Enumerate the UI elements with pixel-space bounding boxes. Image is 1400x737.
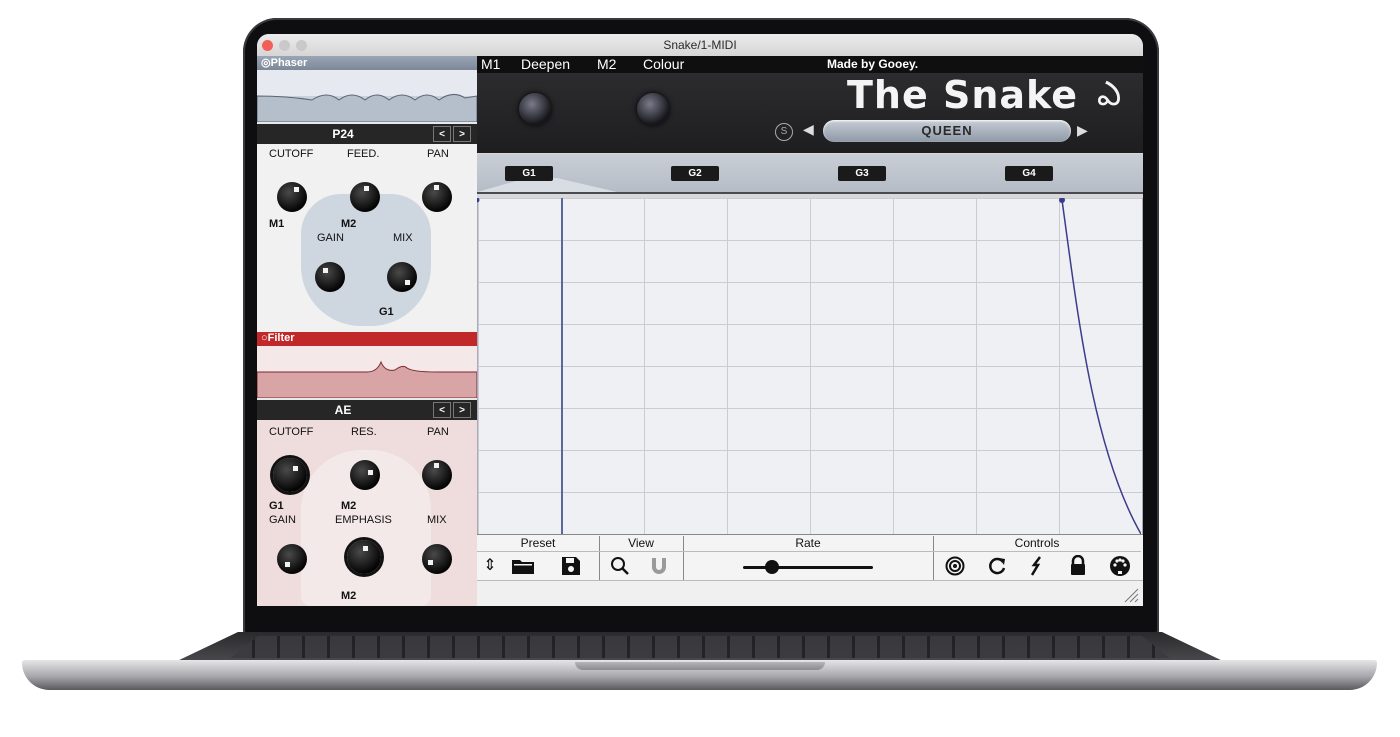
phaser-cutoff-label: CUTOFF bbox=[269, 148, 314, 160]
credit-text: Made by Gooey. bbox=[827, 57, 919, 71]
brand-title: The Snake bbox=[847, 73, 1079, 117]
retrigger-hook-icon[interactable] bbox=[1029, 556, 1045, 576]
phaser-gain-label: GAIN bbox=[317, 232, 344, 244]
phaser-preset-name[interactable]: P24 bbox=[257, 127, 429, 141]
loop-refresh-icon[interactable] bbox=[987, 556, 1007, 576]
group-tag-g1[interactable]: G1 bbox=[505, 166, 553, 181]
filter-cutoff-label: CUTOFF bbox=[269, 426, 314, 438]
macro-m2-knob[interactable] bbox=[637, 93, 669, 125]
filter-res-label: RES. bbox=[351, 426, 377, 438]
resize-grip-icon[interactable] bbox=[1123, 587, 1139, 603]
group-tag-g2[interactable]: G2 bbox=[671, 166, 719, 181]
filter-preset-name[interactable]: AE bbox=[257, 403, 429, 417]
phaser-pan-label: PAN bbox=[427, 148, 449, 160]
phaser-feed-label: FEED. bbox=[347, 148, 380, 160]
filter-mix-label: MIX bbox=[427, 514, 447, 526]
laptop-notch bbox=[575, 662, 825, 670]
phaser-header[interactable]: ◎Phaser bbox=[257, 56, 477, 70]
filter-mix-knob[interactable] bbox=[422, 544, 452, 574]
filter-prev-button[interactable]: < bbox=[433, 402, 451, 418]
group-tag-g4[interactable]: G4 bbox=[1005, 166, 1053, 181]
curve-node bbox=[477, 198, 480, 203]
phaser-feed-knob[interactable] bbox=[350, 182, 380, 212]
filter-next-button[interactable]: > bbox=[453, 402, 471, 418]
phaser-next-button[interactable]: > bbox=[453, 126, 471, 142]
effects-panel: ◎Phaser P24 < > CUTOFF FEED. PAN M1 M2 G… bbox=[257, 56, 477, 606]
phaser-m2-label: M2 bbox=[341, 218, 357, 230]
phaser-prev-button[interactable]: < bbox=[433, 126, 451, 142]
phaser-controls: CUTOFF FEED. PAN M1 M2 GAIN MIX G1 bbox=[257, 144, 477, 332]
preset-next-icon[interactable]: ▶ bbox=[1077, 122, 1088, 139]
filter-pan-knob[interactable] bbox=[422, 460, 452, 490]
group-tag-g3[interactable]: G3 bbox=[838, 166, 886, 181]
snap-magnet-icon[interactable] bbox=[650, 556, 668, 576]
filter-preset-bar: AE < > bbox=[257, 400, 477, 420]
open-folder-icon[interactable] bbox=[511, 557, 535, 575]
lock-icon[interactable] bbox=[1069, 555, 1087, 576]
bottom-toolbar: Preset View Rate Controls ⇕ bbox=[477, 534, 1143, 581]
preset-section-label: Preset bbox=[477, 536, 600, 551]
target-icon[interactable] bbox=[945, 556, 965, 576]
rate-section-label: Rate bbox=[683, 536, 934, 551]
phaser-m1-label: M1 bbox=[269, 218, 285, 230]
preset-prev-icon[interactable]: ◀ bbox=[803, 121, 814, 138]
phaser-pan-knob[interactable] bbox=[422, 182, 452, 212]
preset-sort-icon[interactable]: ⇕ bbox=[480, 556, 500, 576]
window-title: Snake/1-MIDI bbox=[663, 38, 737, 52]
m1-name[interactable]: Deepen bbox=[521, 56, 570, 72]
filter-header[interactable]: ○Filter bbox=[257, 332, 477, 346]
filter-gain-knob[interactable] bbox=[277, 544, 307, 574]
filter-m2-label: M2 bbox=[341, 500, 357, 512]
main-preset-name[interactable]: QUEEN bbox=[823, 120, 1071, 142]
laptop-keyboard bbox=[230, 636, 1170, 658]
phaser-mix-label: MIX bbox=[393, 232, 413, 244]
phaser-g1-label: G1 bbox=[379, 306, 394, 318]
snapshot-s-button[interactable]: S bbox=[775, 123, 793, 141]
curve-path bbox=[1061, 199, 1141, 534]
controls-section-label: Controls bbox=[1014, 536, 1060, 550]
title-bar: Snake/1-MIDI bbox=[257, 34, 1143, 57]
m2-name[interactable]: Colour bbox=[643, 56, 684, 72]
phaser-preset-bar: P24 < > bbox=[257, 124, 477, 144]
snake-logo-icon: ఎ bbox=[1097, 75, 1122, 113]
phaser-backdrop bbox=[301, 194, 431, 326]
filter-emphasis-label: EMPHASIS bbox=[335, 514, 392, 526]
zoom-search-icon[interactable] bbox=[610, 556, 630, 576]
group-lane: G1 G2 G3 G4 bbox=[477, 154, 1143, 194]
phaser-response-display bbox=[257, 70, 477, 122]
filter-response-display bbox=[257, 346, 477, 398]
power-icon[interactable]: ○ bbox=[261, 332, 268, 344]
status-strip bbox=[477, 580, 1143, 606]
midi-port-icon[interactable] bbox=[1109, 555, 1131, 577]
rate-slider-handle[interactable] bbox=[765, 560, 779, 574]
app-window: Snake/1-MIDI ◎Phaser P24 < > CUTOFF FEED… bbox=[257, 34, 1143, 606]
phaser-gain-knob[interactable] bbox=[315, 262, 345, 292]
filter-controls: CUTOFF RES. PAN G1 M2 GAIN EMPHASIS MIX … bbox=[257, 420, 477, 606]
phaser-cutoff-knob[interactable] bbox=[277, 182, 307, 212]
view-section-label: View bbox=[599, 536, 684, 551]
snake-curve[interactable] bbox=[477, 198, 1141, 534]
filter-pan-label: PAN bbox=[427, 426, 449, 438]
filter-res-knob[interactable] bbox=[350, 460, 380, 490]
filter-emphasis-knob[interactable] bbox=[347, 540, 381, 574]
macro-bar: M1 Deepen M2 Colour Made by Gooey. bbox=[477, 56, 1143, 73]
m1-label: M1 bbox=[481, 56, 501, 72]
power-icon[interactable]: ◎ bbox=[261, 57, 271, 69]
filter-g1-label: G1 bbox=[269, 500, 284, 512]
m2-label: M2 bbox=[597, 56, 617, 72]
phaser-mix-knob[interactable] bbox=[387, 262, 417, 292]
filter-emphasis-m2-label: M2 bbox=[341, 590, 357, 602]
filter-cutoff-knob[interactable] bbox=[273, 458, 307, 492]
macro-m1-knob[interactable] bbox=[519, 93, 551, 125]
rate-slider-track[interactable] bbox=[743, 566, 873, 569]
save-disk-icon[interactable] bbox=[561, 556, 581, 576]
filter-gain-label: GAIN bbox=[269, 514, 296, 526]
